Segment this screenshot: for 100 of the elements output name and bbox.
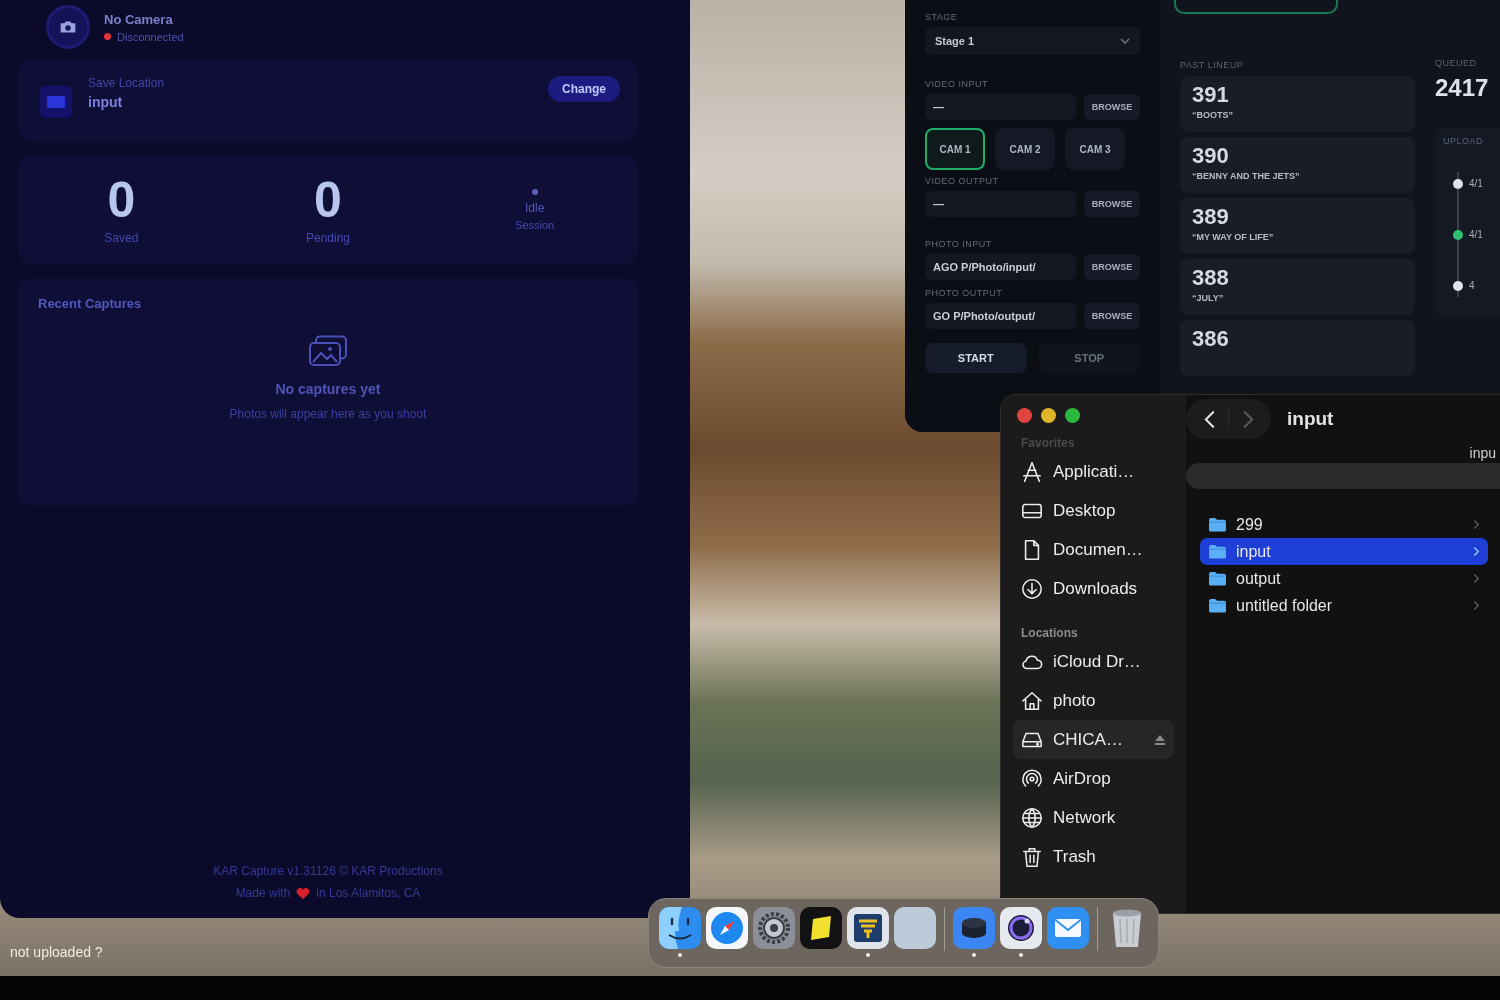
- close-button[interactable]: [1017, 408, 1032, 423]
- connection-status: Disconnected: [117, 30, 184, 43]
- column-header: inpu: [1469, 445, 1496, 461]
- field-label: VIDEO INPUT: [925, 79, 988, 89]
- envelope-icon[interactable]: [1047, 907, 1089, 949]
- zoom-button[interactable]: [1065, 408, 1080, 423]
- song-number: 389: [1192, 206, 1229, 228]
- lineup-card[interactable]: 388 “JULY”: [1180, 259, 1415, 315]
- song-title: “BENNY AND THE JETS”: [1192, 171, 1300, 181]
- queued-count: 2417: [1435, 74, 1489, 102]
- song-number: 386: [1192, 328, 1229, 350]
- folder-icon: [1208, 517, 1227, 532]
- stop-button[interactable]: STOP: [1038, 343, 1140, 373]
- song-number: 388: [1192, 267, 1229, 289]
- path-field[interactable]: AGO P/Photo/input/: [925, 254, 1076, 280]
- chevron-icon: [1473, 546, 1480, 557]
- caret-icon: [1120, 38, 1130, 44]
- folder-row[interactable]: untitled folder: [1200, 592, 1488, 619]
- sidebar-heading: Locations: [1021, 626, 1078, 640]
- song-title: “MY WAY OF LIFE”: [1192, 232, 1274, 242]
- parallelogram-tile-icon[interactable]: [800, 907, 842, 949]
- compass-icon[interactable]: [706, 907, 748, 949]
- stat-value: 0: [107, 175, 136, 225]
- sidebar-item[interactable]: CHICA…: [1013, 720, 1174, 759]
- lineup-card[interactable]: 391 “BOOTS”: [1180, 76, 1415, 132]
- sidebar-item[interactable]: Trash: [1013, 837, 1174, 876]
- lineup-card[interactable]: 390 “BENNY AND THE JETS”: [1180, 137, 1415, 193]
- sidebar-item[interactable]: Network: [1013, 798, 1174, 837]
- sidebar-item[interactable]: Applicati…: [1013, 452, 1174, 491]
- eject-icon[interactable]: [1154, 733, 1166, 746]
- session-label: Session: [515, 219, 555, 231]
- queued-label: QUEUED: [1435, 58, 1477, 68]
- lineup-card[interactable]: 389 “MY WAY OF LIFE”: [1180, 198, 1415, 254]
- camera-icon: [46, 5, 90, 49]
- session-dot-icon: [531, 189, 538, 195]
- heart-icon: [296, 886, 311, 900]
- trash-icon: [1021, 845, 1043, 868]
- camera-name: No Camera: [104, 11, 174, 27]
- camera-tab[interactable]: CAM 1: [925, 128, 985, 170]
- ring-icon[interactable]: [1000, 907, 1042, 949]
- song-title: “JULY”: [1192, 293, 1224, 303]
- browse-button[interactable]: BROWSE: [1084, 254, 1140, 280]
- finder-face-icon[interactable]: [659, 907, 701, 949]
- chevron-icon: [1473, 600, 1480, 611]
- stat-value: 0: [314, 175, 342, 225]
- lineup-card[interactable]: 386: [1180, 320, 1415, 376]
- chevron-right-icon: [1242, 409, 1254, 429]
- made-with-text: Made with: [235, 886, 291, 900]
- desktop-note: not uploaded ?: [10, 944, 103, 960]
- stat-label: Saved: [104, 231, 139, 245]
- field-label: PHOTO INPUT: [925, 239, 992, 249]
- stage-select[interactable]: Stage 1: [925, 27, 1140, 55]
- path-field[interactable]: —: [925, 191, 1076, 217]
- sidebar-item[interactable]: Downloads: [1013, 569, 1174, 608]
- sidebar-item[interactable]: photo: [1013, 681, 1174, 720]
- session-status: Idle: [525, 201, 545, 215]
- recent-captures-title: Recent Captures: [38, 296, 142, 311]
- photos-icon: [308, 335, 348, 367]
- song-title: “BOOTS”: [1192, 110, 1233, 120]
- striped-tile-icon[interactable]: [847, 907, 889, 949]
- path-field[interactable]: GO P/Photo/output/: [925, 303, 1076, 329]
- sidebar-item[interactable]: Desktop: [1013, 491, 1174, 530]
- minimize-button[interactable]: [1041, 408, 1056, 423]
- song-number: 391: [1192, 84, 1229, 106]
- empty-state-title: No captures yet: [275, 381, 381, 397]
- apps-icon: [1021, 460, 1043, 483]
- chevron-icon: [1473, 519, 1480, 530]
- credit-text: KAR Capture v1.31126 © KAR Productions: [213, 864, 443, 878]
- save-location-label: Save Location: [88, 76, 165, 90]
- event-date: 4: [1469, 280, 1475, 291]
- start-button[interactable]: START: [925, 343, 1027, 373]
- path-field[interactable]: —: [925, 94, 1076, 120]
- folder-row[interactable]: 299: [1200, 511, 1488, 538]
- folder-name: input: [88, 94, 124, 110]
- blank-tile-icon[interactable]: [894, 907, 936, 949]
- song-number: 390: [1192, 145, 1229, 167]
- folder-row[interactable]: output: [1200, 565, 1488, 592]
- window-title: input: [1287, 408, 1334, 430]
- sidebar-item[interactable]: iCloud Dr…: [1013, 642, 1174, 681]
- sidebar-item[interactable]: AirDrop: [1013, 759, 1174, 798]
- lineup-title: PAST LINEUP: [1180, 60, 1244, 70]
- browse-button[interactable]: BROWSE: [1084, 94, 1140, 120]
- camera-tab[interactable]: CAM 2: [995, 128, 1055, 170]
- folder-icon: [1208, 571, 1227, 586]
- sidebar-item[interactable]: Documen…: [1013, 530, 1174, 569]
- folder-row[interactable]: input: [1200, 538, 1488, 565]
- globe-icon: [1021, 806, 1043, 829]
- cylinder-icon[interactable]: [953, 907, 995, 949]
- location-text: in Los Alamitos, CA: [316, 886, 421, 900]
- field-label: STAGE: [925, 12, 958, 22]
- field-label: PHOTO OUTPUT: [925, 288, 1003, 298]
- chevron-icon: [1473, 573, 1480, 584]
- event-date: 4/1: [1469, 178, 1483, 189]
- camera-tab[interactable]: CAM 3: [1065, 128, 1125, 170]
- change-button[interactable]: Change: [548, 76, 620, 102]
- empty-state-hint: Photos will appear here as you shoot: [229, 407, 427, 421]
- folder-icon: [1208, 598, 1227, 613]
- browse-button[interactable]: BROWSE: [1084, 191, 1140, 217]
- browse-button[interactable]: BROWSE: [1084, 303, 1140, 329]
- gear-icon[interactable]: [753, 907, 795, 949]
